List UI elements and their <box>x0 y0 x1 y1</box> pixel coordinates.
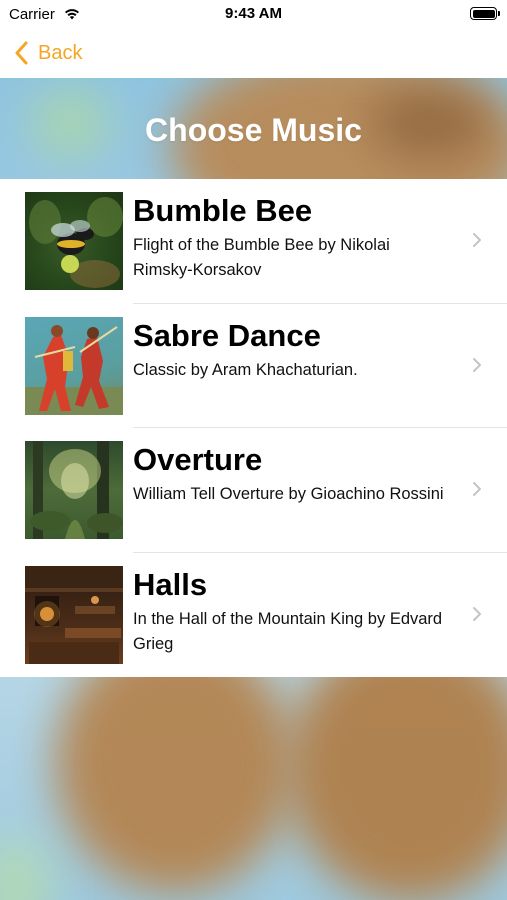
page-title: Choose Music <box>145 112 362 148</box>
item-subtitle: In the Hall of the Mountain King by Edva… <box>133 609 443 653</box>
list-item-halls[interactable]: Halls In the Hall of the Mountain King b… <box>0 553 507 678</box>
chevron-left-icon <box>15 41 28 65</box>
item-title: Sabre Dance <box>133 317 321 353</box>
item-subtitle: Classic by Aram Khachaturian. <box>133 360 358 379</box>
sabre-dance-thumbnail <box>25 316 123 415</box>
chevron-right-icon <box>473 233 481 247</box>
back-label: Back <box>38 41 83 64</box>
list-item-sabre-dance[interactable]: Sabre Dance Classic by Aram Khachaturian… <box>0 304 507 428</box>
halls-thumbnail <box>25 565 123 664</box>
back-button[interactable]: Back <box>14 38 82 68</box>
clock: 9:43 AM <box>225 5 282 22</box>
bumble-bee-thumbnail <box>25 192 123 290</box>
item-subtitle: Flight of the Bumble Bee by Nikolai Rims… <box>133 236 390 279</box>
list-item-overture[interactable]: Overture William Tell Overture by Gioach… <box>0 428 507 553</box>
item-title: Overture <box>133 442 263 477</box>
status-bar: Carrier 9:43 AM <box>0 0 507 30</box>
battery-icon <box>470 7 500 20</box>
chevron-right-icon <box>473 482 481 496</box>
item-subtitle: William Tell Overture by Gioachino Rossi… <box>133 485 444 503</box>
item-title: Halls <box>133 566 208 602</box>
overture-thumbnail <box>25 441 123 539</box>
item-title: Bumble Bee <box>133 193 313 228</box>
list-item-bumble-bee[interactable]: Bumble Bee Flight of the Bumble Bee by N… <box>0 179 507 304</box>
navigation-bar: Back <box>0 30 507 78</box>
music-list: Bumble Bee Flight of the Bumble Bee by N… <box>0 179 507 677</box>
chevron-right-icon <box>473 357 481 372</box>
chevron-right-icon <box>473 606 481 621</box>
